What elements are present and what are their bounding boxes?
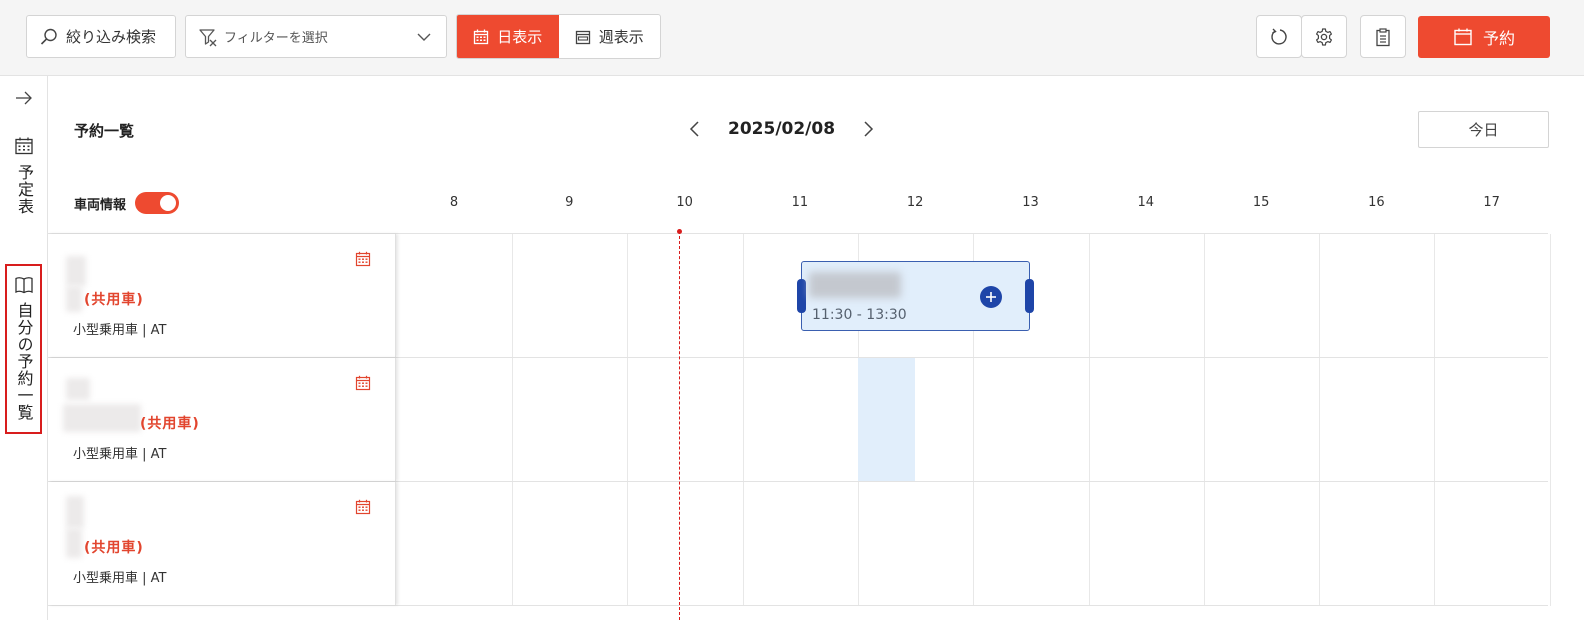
vehicle-calendar-icon[interactable] xyxy=(355,499,371,515)
vehicle-row[interactable]: (共用車) 小型乗用車 | AT xyxy=(48,358,1548,482)
arrow-right-icon[interactable] xyxy=(14,88,34,108)
week-view-label: 週表示 xyxy=(598,28,644,46)
chevron-left-icon[interactable] xyxy=(688,120,702,138)
hour-label: 8 xyxy=(449,195,459,210)
hour-label: 11 xyxy=(791,195,809,210)
refresh-button[interactable] xyxy=(1256,15,1302,58)
vehicle-spec: 小型乗用車 | AT xyxy=(73,571,167,586)
calendar-add-icon xyxy=(1454,28,1472,46)
chevron-down-icon xyxy=(417,33,431,41)
vehicle-info-switch[interactable] xyxy=(135,192,180,214)
calendar-grid-icon xyxy=(474,29,489,44)
sidebar-item-schedule[interactable]: 予定表 xyxy=(0,136,48,215)
day-view-label: 日表示 xyxy=(497,28,543,46)
hour-label: 9 xyxy=(565,195,574,210)
book-icon xyxy=(14,277,33,294)
settings-button[interactable] xyxy=(1301,15,1347,58)
vehicle-shared-tag: (共用車) xyxy=(140,416,200,432)
vehicle-cell[interactable]: (共用車) 小型乗用車 | AT xyxy=(48,358,396,481)
today-button[interactable]: 今日 xyxy=(1418,111,1549,148)
hour-label: 14 xyxy=(1137,195,1155,210)
vehicle-name-redacted xyxy=(66,528,82,558)
hour-label: 16 xyxy=(1368,195,1385,210)
search-button[interactable]: 絞り込み検索 xyxy=(26,15,176,58)
search-button-label: 絞り込み検索 xyxy=(66,28,157,46)
view-toggle: 日表示 週表示 xyxy=(456,14,661,59)
vehicle-cell[interactable]: (共用車) 小型乗用車 | AT xyxy=(48,482,396,605)
selected-time-slot[interactable] xyxy=(858,358,915,481)
current-time-line xyxy=(679,231,680,620)
resize-handle-right[interactable] xyxy=(1025,279,1034,313)
booking-name-redacted xyxy=(809,272,901,298)
reserve-button-label: 予約 xyxy=(1482,29,1515,48)
booking-time: 11:30 - 13:30 xyxy=(812,307,907,323)
filter-select-placeholder: フィルターを選択 xyxy=(224,31,328,46)
filter-icon xyxy=(199,28,217,46)
vehicle-cell[interactable]: (共用車) 小型乗用車 | AT xyxy=(48,234,396,357)
current-date: 2025/02/08 xyxy=(728,119,836,139)
booking-block[interactable]: 11:30 - 13:30 xyxy=(797,261,1034,331)
chevron-right-icon[interactable] xyxy=(861,120,875,138)
vehicle-spec: 小型乗用車 | AT xyxy=(73,323,167,338)
vehicle-calendar-icon[interactable] xyxy=(355,375,371,391)
vehicle-info-toggle-group: 車両情報 xyxy=(74,192,180,214)
grid-line xyxy=(1549,234,1551,606)
refresh-icon xyxy=(1271,28,1287,45)
left-rail: 予定表 自分の予約一覧 xyxy=(0,76,48,620)
add-icon[interactable] xyxy=(980,286,1002,308)
clipboard-icon xyxy=(1376,27,1390,46)
vehicle-name-redacted xyxy=(66,256,86,286)
hour-label: 12 xyxy=(906,195,924,210)
search-icon xyxy=(40,28,57,45)
sidebar-item-schedule-label: 予定表 xyxy=(15,164,34,215)
vehicle-name-redacted xyxy=(66,496,84,528)
vehicle-name-redacted xyxy=(66,378,90,400)
vehicle-name-redacted xyxy=(66,286,82,312)
hour-label: 15 xyxy=(1252,195,1270,210)
hour-label: 17 xyxy=(1483,195,1500,210)
toolbar: 絞り込み検索 フィルターを選択 日表示 週表示 予約 xyxy=(0,0,1584,76)
vehicle-row[interactable]: (共用車) 小型乗用車 | AT xyxy=(48,482,1548,606)
checklist-button[interactable] xyxy=(1360,15,1406,58)
reserve-button[interactable]: 予約 xyxy=(1418,16,1550,58)
date-navigator: 2025/02/08 xyxy=(688,116,875,142)
filter-select[interactable]: フィルターを選択 xyxy=(185,15,447,58)
hour-label: 13 xyxy=(1022,195,1039,210)
vehicle-name-redacted xyxy=(63,404,141,432)
week-view-button[interactable]: 週表示 xyxy=(559,15,661,58)
vehicle-spec: 小型乗用車 | AT xyxy=(73,447,167,462)
vehicle-calendar-icon[interactable] xyxy=(355,251,371,267)
vehicle-shared-tag: (共用車) xyxy=(84,540,144,556)
vehicle-shared-tag: (共用車) xyxy=(84,292,144,308)
page-title: 予約一覧 xyxy=(74,122,135,140)
gear-icon xyxy=(1316,27,1332,46)
calendar-icon xyxy=(15,137,33,155)
calendar-week-icon xyxy=(575,30,590,44)
resize-handle-left[interactable] xyxy=(797,279,806,313)
sidebar-item-my-reservations[interactable]: 自分の予約一覧 xyxy=(5,264,42,434)
vehicle-info-label: 車両情報 xyxy=(74,197,127,213)
sidebar-item-my-reservations-label: 自分の予約一覧 xyxy=(14,302,34,421)
day-view-button[interactable]: 日表示 xyxy=(457,15,559,58)
hour-label: 10 xyxy=(676,195,693,210)
